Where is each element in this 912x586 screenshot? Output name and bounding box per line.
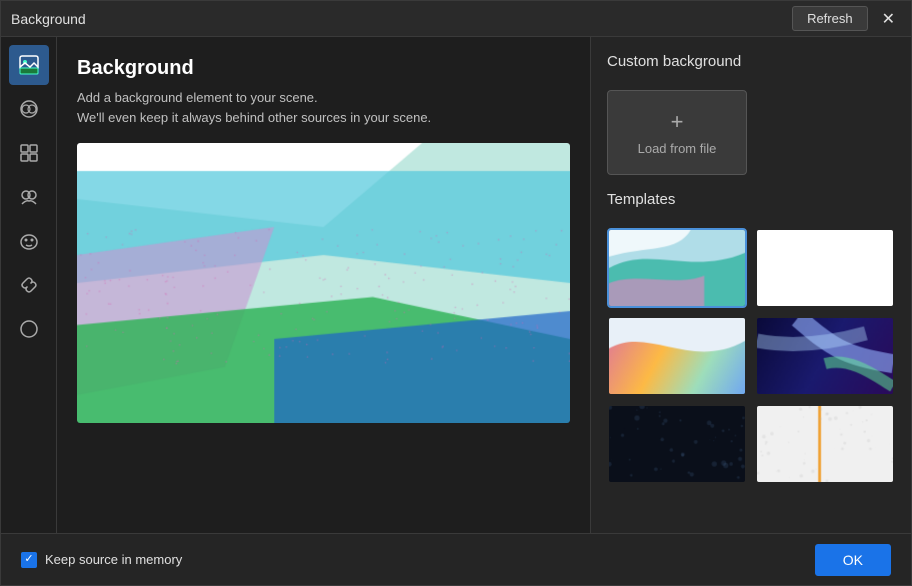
preview-canvas xyxy=(77,143,570,423)
sidebar xyxy=(1,37,57,533)
preview-image xyxy=(77,143,570,423)
load-from-file-label: Load from file xyxy=(638,141,717,156)
sidebar-item-link[interactable] xyxy=(9,265,49,305)
ok-button[interactable]: OK xyxy=(815,544,891,576)
keep-source-checkbox[interactable]: ✓ xyxy=(21,552,37,568)
main-content: Background Add a background element to y… xyxy=(1,37,911,533)
template-canvas-6 xyxy=(757,406,893,482)
template-item-1[interactable] xyxy=(607,228,747,308)
load-from-file-button[interactable]: + Load from file xyxy=(607,90,747,175)
close-button[interactable]: ✕ xyxy=(876,7,901,31)
custom-background-title: Custom background xyxy=(607,53,895,70)
panel-description: Add a background element to your scene. … xyxy=(77,88,570,127)
title-bar: Background Refresh ✕ xyxy=(1,1,911,37)
checkmark-icon: ✓ xyxy=(24,554,33,565)
panel-title: Background xyxy=(77,57,570,80)
description-line1: Add a background element to your scene. xyxy=(77,90,318,105)
center-panel: Background Add a background element to y… xyxy=(57,37,591,533)
sidebar-item-filter[interactable] xyxy=(9,89,49,129)
template-item-5[interactable] xyxy=(607,404,747,484)
template-canvas-3 xyxy=(609,318,745,394)
template-canvas-2 xyxy=(757,230,893,306)
keep-source-label: Keep source in memory xyxy=(45,552,182,567)
sidebar-item-layout[interactable] xyxy=(9,133,49,173)
main-window: Background Refresh ✕ xyxy=(0,0,912,586)
sidebar-item-mask[interactable] xyxy=(9,221,49,261)
templates-title: Templates xyxy=(607,191,895,208)
window-title: Background xyxy=(11,11,86,27)
template-item-6[interactable] xyxy=(755,404,895,484)
keep-source-checkbox-container[interactable]: ✓ Keep source in memory xyxy=(21,552,182,568)
description-line2: We'll even keep it always behind other s… xyxy=(77,110,431,125)
refresh-button[interactable]: Refresh xyxy=(792,6,868,31)
sidebar-item-group[interactable] xyxy=(9,177,49,217)
templates-grid xyxy=(607,228,895,484)
template-item-4[interactable] xyxy=(755,316,895,396)
sidebar-item-image[interactable] xyxy=(9,45,49,85)
title-bar-left: Background xyxy=(11,11,86,27)
template-canvas-4 xyxy=(757,318,893,394)
bottom-bar: ✓ Keep source in memory OK xyxy=(1,533,911,585)
template-item-3[interactable] xyxy=(607,316,747,396)
title-bar-right: Refresh ✕ xyxy=(792,6,901,31)
plus-icon: + xyxy=(671,109,684,135)
sidebar-item-theme[interactable] xyxy=(9,309,49,349)
right-panel: Custom background + Load from file Templ… xyxy=(591,37,911,533)
template-canvas-5 xyxy=(609,406,745,482)
template-item-2[interactable] xyxy=(755,228,895,308)
template-canvas-1 xyxy=(609,230,745,306)
